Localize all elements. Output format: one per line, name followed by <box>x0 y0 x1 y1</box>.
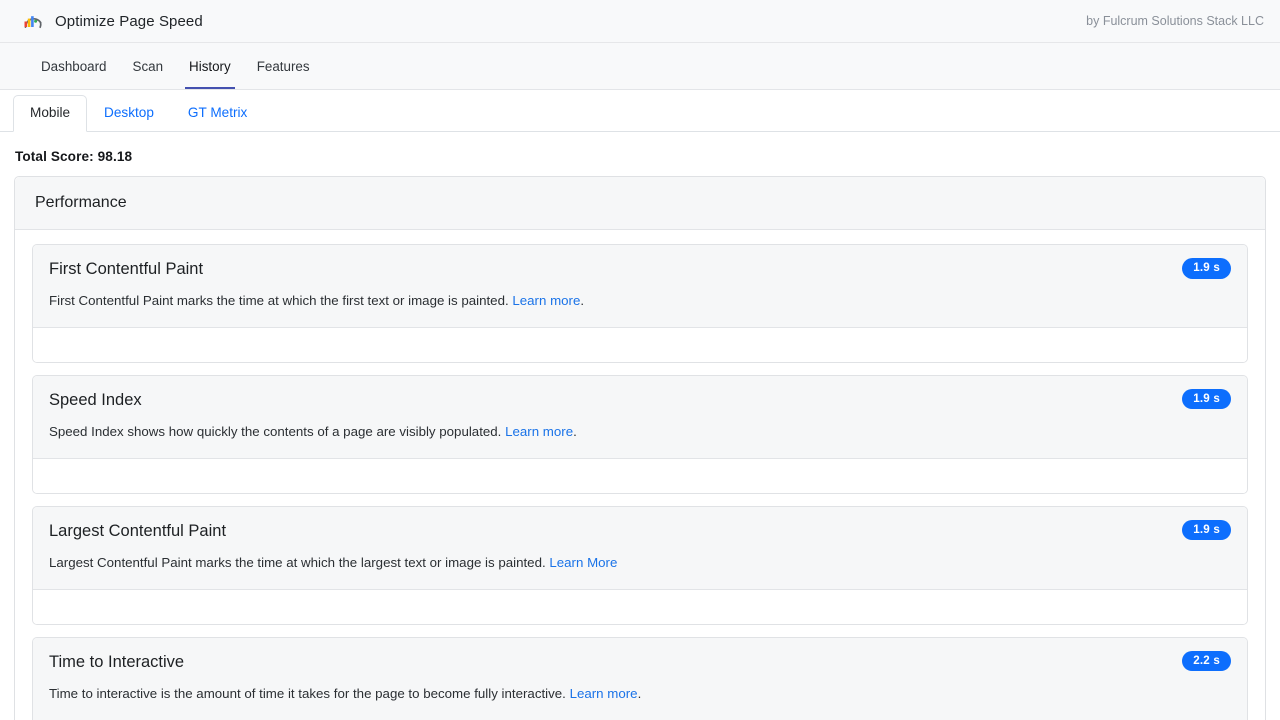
metric-card: Largest Contentful Paint Largest Content… <box>32 505 1248 625</box>
metric-value-badge: 1.9 s <box>1182 258 1231 279</box>
metric-title: Largest Contentful Paint <box>49 521 227 540</box>
metric-description-suffix: . <box>637 685 642 701</box>
metric-value-badge: 2.2 s <box>1182 650 1231 672</box>
performance-panel-title: Performance <box>35 194 127 211</box>
metric-description-text: Largest Contentful Paint marks the time … <box>49 555 546 571</box>
metric-description: Speed Index shows how quickly the conten… <box>49 423 1231 442</box>
metric-description: First Contentful Paint marks the time at… <box>49 292 1231 311</box>
metric-description: Largest Contentful Paint marks the time … <box>49 554 1231 573</box>
metric-card-header: Largest Contentful Paint Largest Content… <box>33 506 1247 590</box>
metric-title: Time to Interactive <box>49 652 185 671</box>
performance-panel-body: First Contentful Paint First Contentful … <box>15 230 1265 720</box>
metric-card-body <box>33 327 1247 362</box>
metric-title: Speed Index <box>49 390 142 409</box>
nav-item-history-label: History <box>189 58 231 74</box>
performance-panel-header: Performance <box>15 177 1265 230</box>
nav-item-scan-label: Scan <box>132 58 164 74</box>
nav-item-dashboard[interactable]: Dashboard <box>28 43 120 89</box>
metric-description-text: Speed Index shows how quickly the conten… <box>49 424 502 440</box>
metric-card: First Contentful Paint First Contentful … <box>32 244 1248 363</box>
app-header-bar: Optimize Page Speed by Fulcrum Solutions… <box>0 0 1280 43</box>
learn-more-link[interactable]: Learn more <box>505 424 573 439</box>
speedometer-chart-icon <box>22 10 44 32</box>
metric-description-text: Time to interactive is the amount of tim… <box>49 685 566 701</box>
metric-card-header: Time to Interactive Time to interactive … <box>33 637 1247 720</box>
learn-more-link[interactable]: Learn more <box>512 293 580 308</box>
brand: Optimize Page Speed <box>22 10 203 32</box>
learn-more-link[interactable]: Learn more <box>570 686 638 701</box>
metric-card: Speed Index Speed Index shows how quickl… <box>32 374 1248 494</box>
main-navigation: Dashboard Scan History Features <box>0 43 1280 90</box>
tab-mobile-label: Mobile <box>30 105 71 121</box>
metric-title: First Contentful Paint <box>49 260 204 278</box>
metric-description-suffix: . <box>573 424 577 440</box>
attribution-text: by Fulcrum Solutions Stack LLC <box>1086 14 1264 28</box>
metric-value-badge: 1.9 s <box>1182 519 1231 541</box>
metric-description: Time to interactive is the amount of tim… <box>49 685 1231 704</box>
performance-panel: Performance First Contentful Paint First… <box>14 176 1266 720</box>
nav-item-scan[interactable]: Scan <box>120 43 177 89</box>
metric-card-header: Speed Index Speed Index shows how quickl… <box>33 375 1247 459</box>
tab-desktop[interactable]: Desktop <box>87 95 171 132</box>
tab-gt-metrix-label: GT Metrix <box>187 105 248 121</box>
tab-desktop-label: Desktop <box>104 105 154 121</box>
metric-description-text: First Contentful Paint marks the time at… <box>49 293 509 309</box>
tab-gt-metrix[interactable]: GT Metrix <box>171 95 264 132</box>
metric-card-header: First Contentful Paint First Contentful … <box>33 245 1247 328</box>
nav-item-dashboard-label: Dashboard <box>41 58 107 74</box>
metric-card-body <box>33 458 1247 493</box>
tab-mobile[interactable]: Mobile <box>13 95 88 132</box>
metric-card-body <box>33 589 1247 624</box>
total-score: Total Score: 98.18 <box>15 149 133 164</box>
metric-value-badge: 1.9 s <box>1182 388 1231 410</box>
nav-item-features-label: Features <box>256 58 310 74</box>
nav-item-history[interactable]: History <box>176 43 244 89</box>
app-title: Optimize Page Speed <box>55 12 203 30</box>
metric-card: Time to Interactive Time to interactive … <box>32 636 1248 720</box>
learn-more-link[interactable]: Learn More <box>549 555 617 570</box>
nav-item-features[interactable]: Features <box>244 43 323 89</box>
device-tabs: Mobile Desktop GT Metrix <box>0 90 1280 132</box>
metric-description-suffix: . <box>580 293 585 309</box>
